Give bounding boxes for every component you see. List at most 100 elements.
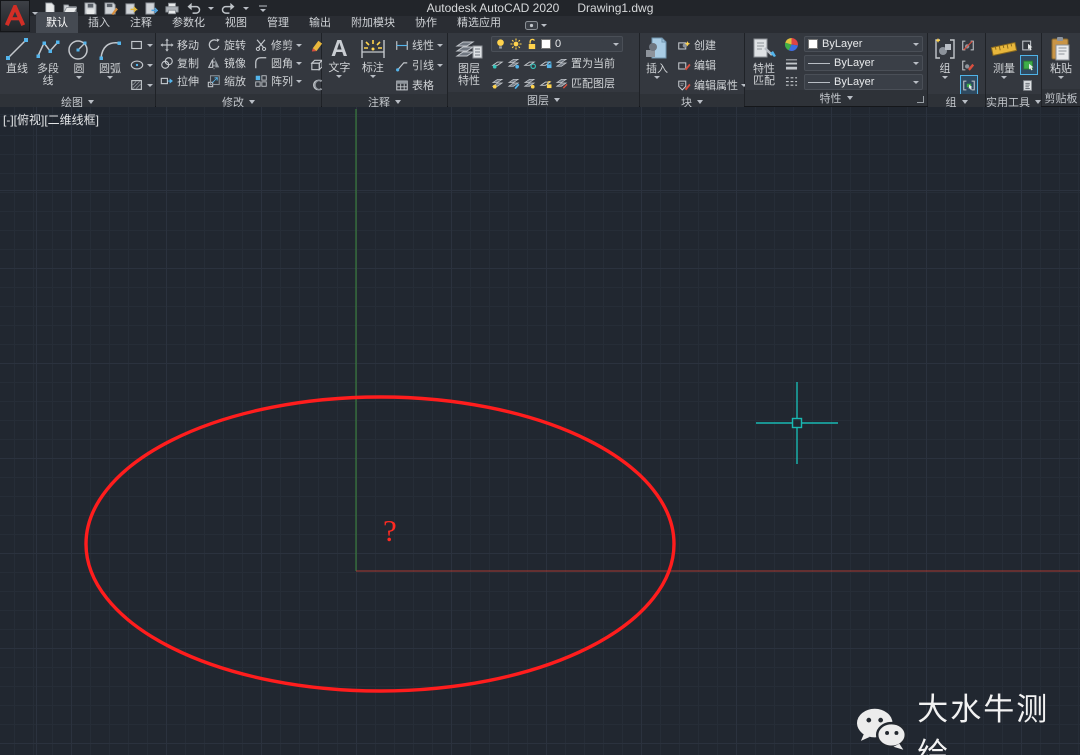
properties-panel-title[interactable]: 特性 [745,90,927,106]
ungroup-button[interactable] [961,36,977,54]
tab-output[interactable]: 输出 [299,12,341,33]
text-button[interactable]: A 文字 [326,36,353,78]
paste-caret-icon[interactable] [1058,76,1064,79]
hatch-caret-icon [147,84,153,87]
panel-annotate: A 文字 标注 线性 引线 [322,33,448,106]
stretch-button[interactable]: 拉伸 [160,72,199,90]
linear-button[interactable]: 线性 [395,36,443,54]
layers-panel-title[interactable]: 图层 [448,92,639,108]
tab-insert[interactable]: 插入 [78,12,120,33]
array-caret-icon[interactable] [296,80,302,83]
lineweight-dropdown[interactable]: ByLayer [804,55,923,71]
array-button[interactable]: 阵列 [254,72,302,90]
ribbon-tab-bar: 默认 插入 注释 参数化 视图 管理 输出 附加模块 协作 精选应用 [0,16,1080,33]
arc-caret-icon[interactable] [107,76,113,79]
measure-caret-icon[interactable] [1001,76,1007,79]
quick-calc-button[interactable] [1021,56,1037,74]
group-edit-button[interactable] [961,56,977,74]
circle-caret-icon[interactable] [76,76,82,79]
rectangle-icon [130,38,144,52]
lineweight-icon[interactable] [784,58,799,70]
match-layer-button[interactable]: 匹配图层 [491,74,635,92]
insert-block-button[interactable]: 插入 [644,36,670,79]
layer-on-icon [507,57,520,69]
tab-parametric[interactable]: 参数化 [162,12,215,33]
fillet-button[interactable]: 圆角 [254,54,302,72]
linear-caret-icon[interactable] [437,44,443,47]
linetype-icon[interactable] [784,76,799,88]
ribbon-state-icon [525,21,538,30]
polyline-button[interactable]: 多段线 [35,36,61,87]
autocad-logo[interactable] [0,0,30,32]
leader-button[interactable]: 引线 [395,56,443,74]
measure-button[interactable]: 测量 [990,36,1018,79]
layer-dropdown[interactable]: 0 [491,36,623,52]
rotate-button[interactable]: 旋转 [207,36,246,54]
linear-label: 线性 [412,37,434,53]
trim-button[interactable]: 修剪 [254,36,302,54]
trim-caret-icon[interactable] [296,44,302,47]
copy-button[interactable]: 复制 [160,54,199,72]
redo-caret-icon[interactable] [243,7,249,10]
edit-block-label: 编辑 [694,57,716,73]
edit-attr-button[interactable]: 编辑属性 [677,76,747,94]
arc-button[interactable]: 圆弧 [97,36,123,79]
tab-manage[interactable]: 管理 [257,12,299,33]
linetype-dropdown[interactable]: ByLayer [804,74,923,90]
tab-featured-apps[interactable]: 精选应用 [447,12,511,33]
text-icon: A [331,36,348,61]
leader-caret-icon[interactable] [437,64,443,67]
group-button[interactable]: 组 [932,36,958,79]
group-selection-toggle[interactable] [961,76,977,94]
rectangle-button[interactable] [130,36,153,54]
tab-collaborate[interactable]: 协作 [405,12,447,33]
mirror-label: 镜像 [224,55,246,71]
ellipse-entity[interactable] [86,397,674,691]
dimension-label: 标注 [362,62,384,74]
create-block-button[interactable]: 创建 [677,36,747,54]
color-wheel-icon[interactable] [784,37,799,52]
table-button[interactable]: 表格 [395,76,443,94]
set-current-layer-button[interactable]: 置为当前 [491,54,635,72]
dimension-button[interactable]: 标注 [358,36,388,78]
tab-default[interactable]: 默认 [36,12,78,33]
edit-block-button[interactable]: 编辑 [677,56,747,74]
move-button[interactable]: 移动 [160,36,199,54]
list-button[interactable] [1021,76,1037,94]
scale-button[interactable]: 缩放 [207,72,246,90]
tab-view[interactable]: 视图 [215,12,257,33]
color-dropdown[interactable]: ByLayer [804,36,923,52]
group-caret-icon[interactable] [942,76,948,79]
dimension-caret-icon[interactable] [370,75,376,78]
tab-annotate[interactable]: 注释 [120,12,162,33]
ellipse-button[interactable] [130,56,153,74]
panel-utilities: 测量 实用工具 [986,33,1042,106]
layer-properties-button[interactable]: 图层特性 [452,36,486,87]
top-bar: Autodesk AutoCAD 2020Drawing1.dwg 默认 插入 … [0,0,1080,33]
line-button[interactable]: 直线 [4,36,30,75]
logo-caret-icon[interactable] [32,12,38,15]
match-properties-button[interactable]: 特性匹配 [749,36,779,87]
group-select-icon [962,79,976,92]
leader-icon [395,59,409,72]
ribbon-display-toggle[interactable] [525,21,547,33]
layer-dropdown-caret-icon[interactable] [613,43,619,46]
mirror-button[interactable]: 镜像 [207,54,246,72]
autocad-a-icon [4,5,26,27]
tab-addins[interactable]: 附加模块 [341,12,405,33]
dimension-icon [359,36,387,61]
insert-caret-icon[interactable] [654,76,660,79]
drawing-canvas[interactable]: [-][俯视][二维线框] ? [0,107,1080,755]
undo-caret-icon[interactable] [208,7,214,10]
layer-unlock2-icon [539,77,552,89]
move-icon [160,38,174,52]
clipboard-panel-title[interactable]: 剪贴板 [1042,89,1080,106]
text-caret-icon[interactable] [336,75,342,78]
hatch-button[interactable] [130,76,153,94]
paste-button[interactable]: 粘贴 [1046,36,1076,79]
quick-select-button[interactable] [1021,36,1037,54]
properties-launcher-icon[interactable] [917,96,924,103]
layer-current-icon [555,57,568,69]
fillet-caret-icon[interactable] [296,62,302,65]
circle-button[interactable]: 圆 [66,36,92,79]
